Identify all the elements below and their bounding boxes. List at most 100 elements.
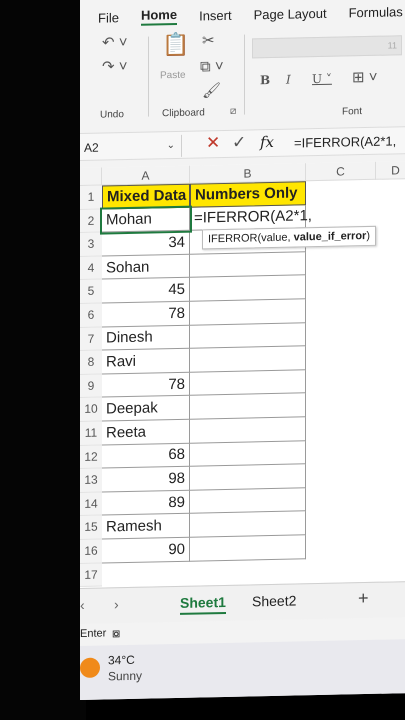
cell-a16[interactable]: 90	[102, 537, 190, 564]
tooltip-close: )	[366, 229, 371, 243]
row-header[interactable]: 11	[80, 421, 102, 446]
row-header[interactable]: 6	[80, 303, 102, 328]
taskbar: 34°C Sunny	[80, 639, 405, 701]
tooltip-function: IFERROR(value,	[208, 231, 294, 246]
cancel-icon[interactable]: ✕	[206, 133, 220, 153]
function-tooltip: IFERROR(value, value_if_error)	[202, 225, 377, 250]
sheet-tab-sheet2[interactable]: Sheet2	[252, 592, 296, 609]
cell-a2[interactable]: Mohan	[100, 205, 192, 235]
row-header[interactable]: 12	[80, 445, 102, 470]
row-header[interactable]: 9	[80, 374, 102, 399]
weather-condition[interactable]: Sunny	[108, 669, 142, 684]
sun-icon[interactable]	[80, 657, 100, 678]
cell-b14[interactable]	[190, 488, 306, 515]
cell-a10[interactable]: Deepak	[102, 396, 190, 422]
weather-temperature[interactable]: 34°C	[108, 653, 135, 668]
tooltip-current-arg: value_if_error	[293, 230, 367, 244]
row-header[interactable]: 2	[80, 209, 102, 234]
formula-bar: A2 ⌄ ✕ ✓ fx =IFERROR(A2*1,	[80, 126, 405, 161]
row-header[interactable]: 14	[80, 492, 102, 517]
cell-a11[interactable]: Reeta	[102, 419, 190, 446]
italic-icon[interactable]: I	[286, 73, 291, 87]
cell-a5[interactable]: 45	[102, 278, 190, 304]
spreadsheet-grid: A B C D IFERROR(value, value_if_error) 1…	[80, 160, 405, 589]
paste-icon[interactable]: 📋	[162, 32, 189, 58]
insert-function-icon[interactable]: fx	[260, 133, 274, 151]
bold-icon[interactable]: B	[260, 73, 270, 87]
cell-a8[interactable]: Ravi	[102, 348, 190, 375]
row-header[interactable]: 7	[80, 327, 102, 352]
tab-home[interactable]: Home	[140, 6, 178, 26]
column-header-a[interactable]: A	[102, 165, 190, 186]
tab-insert[interactable]: Insert	[199, 7, 232, 23]
tab-page-layout[interactable]: Page Layout	[254, 5, 327, 22]
cell-b11[interactable]	[190, 417, 306, 444]
cell-b15[interactable]	[190, 511, 306, 538]
row-header[interactable]: 15	[80, 515, 102, 540]
excel-window: File Home Insert Page Layout Formulas ↶ …	[80, 0, 405, 701]
dark-background	[0, 0, 86, 720]
cell-a12[interactable]: 68	[102, 443, 190, 469]
row-header[interactable]: 5	[80, 279, 102, 304]
cell-b13[interactable]	[190, 464, 306, 491]
cell-a4[interactable]: Sohan	[102, 254, 190, 280]
row-header[interactable]: 4	[80, 256, 102, 281]
row-header[interactable]: 8	[80, 350, 102, 375]
separator	[244, 34, 245, 115]
formula-input[interactable]: =IFERROR(A2*1,	[294, 133, 396, 150]
name-box-value: A2	[84, 140, 99, 155]
cell-a15[interactable]: Ramesh	[102, 514, 190, 540]
font-size-field[interactable]: 11	[252, 35, 402, 59]
confirm-icon[interactable]: ✓	[232, 133, 246, 153]
group-label-font: Font	[342, 106, 363, 118]
row-header[interactable]: 16	[80, 539, 102, 564]
add-sheet-button[interactable]: +	[358, 588, 369, 609]
ribbon: ↶ ˅ ↷ ˅ Undo 📋 Paste ✂ ⧉ ˅ 🖌 Clipboard ⧄…	[80, 23, 405, 125]
row-header[interactable]: 13	[80, 468, 102, 493]
cell-a13[interactable]: 98	[102, 466, 190, 493]
name-box[interactable]: A2 ⌄	[80, 134, 182, 159]
cell-a9[interactable]: 78	[102, 372, 190, 398]
borders-icon[interactable]: ⊞ ˅	[352, 69, 378, 87]
row-header[interactable]: 1	[80, 185, 102, 210]
format-painter-icon[interactable]: 🖌	[202, 82, 221, 99]
tab-file[interactable]: File	[98, 10, 119, 25]
cell-b6[interactable]	[190, 299, 306, 326]
dialog-launcher-icon[interactable]: ⧄	[230, 106, 236, 117]
cut-icon[interactable]: ✂	[202, 32, 215, 49]
row-header[interactable]: 10	[80, 397, 102, 422]
group-label-clipboard: Clipboard	[162, 107, 205, 120]
redo-icon[interactable]: ↷ ˅	[102, 58, 128, 76]
accessibility-icon[interactable]: ⧇	[112, 625, 120, 641]
sheet-tab-sheet1[interactable]: Sheet1	[180, 593, 226, 615]
underline-icon[interactable]: U ˅	[312, 72, 332, 86]
cell-b10[interactable]	[190, 393, 306, 420]
cell-a14[interactable]: 89	[102, 490, 190, 516]
cell-b5[interactable]	[190, 275, 306, 302]
chevron-down-icon[interactable]: ⌄	[167, 135, 175, 157]
copy-icon[interactable]: ⧉ ˅	[200, 58, 224, 75]
cell-b16[interactable]	[190, 535, 306, 562]
header-cell-numbers-only[interactable]: Numbers Only	[190, 181, 306, 208]
select-all-corner[interactable]	[80, 167, 102, 186]
separator	[148, 36, 149, 117]
column-header-d[interactable]: D	[376, 160, 405, 180]
column-header-c[interactable]: C	[306, 161, 376, 182]
cell-a7[interactable]: Dinesh	[102, 325, 190, 351]
chevron-right-icon[interactable]: ›	[114, 596, 119, 612]
row-header[interactable]: 17	[80, 563, 102, 588]
cell-b12[interactable]	[190, 440, 306, 467]
cell-b7[interactable]	[190, 322, 306, 349]
tab-formulas[interactable]: Formulas	[349, 4, 403, 20]
cell-a3[interactable]: 34	[102, 230, 190, 257]
header-cell-mixed-data[interactable]: Mixed Data	[102, 183, 190, 210]
cell-b4[interactable]	[190, 252, 306, 279]
cell-b8[interactable]	[190, 346, 306, 373]
chevron-left-icon[interactable]: ‹	[80, 597, 85, 613]
cell-a6[interactable]: 78	[102, 301, 190, 328]
cell-b9[interactable]	[190, 370, 306, 397]
paste-label[interactable]: Paste	[160, 70, 186, 82]
undo-icon[interactable]: ↶ ˅	[102, 34, 128, 52]
status-mode: Enter	[80, 627, 107, 640]
row-header[interactable]: 3	[80, 232, 102, 257]
